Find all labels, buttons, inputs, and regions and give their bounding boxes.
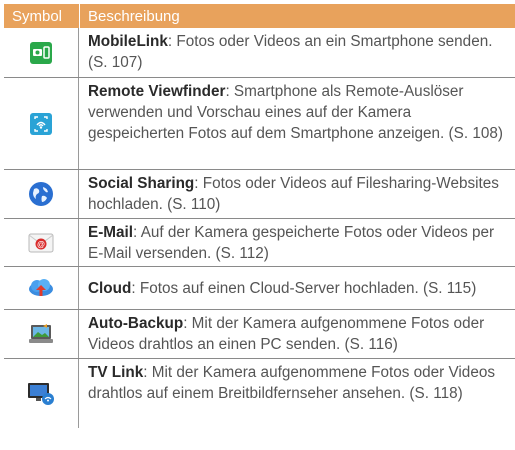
table-row: Social Sharing: Fotos oder Videos auf Fi…	[4, 170, 515, 219]
auto-backup-icon	[28, 323, 54, 345]
table-row: @ E-Mail: Auf der Kamera gespeicherte Fo…	[4, 219, 515, 267]
row-text: : Fotos auf einen Cloud-Server hochladen…	[131, 279, 477, 297]
remote-viewfinder-icon	[30, 112, 52, 135]
row-term: Cloud	[88, 279, 132, 297]
row-term: Remote Viewfinder	[88, 83, 226, 100]
table-row: Auto-Backup: Mit der Kamera aufgenommene…	[4, 310, 515, 359]
row-term: Social Sharing	[88, 175, 195, 192]
table-row: MobileLink: Fotos oder Videos an ein Sma…	[4, 28, 515, 78]
table-header: Symbol Beschreibung	[4, 4, 515, 28]
cloud-icon	[27, 276, 55, 300]
table-row: Remote Viewfinder: Smartphone als Remote…	[4, 78, 515, 170]
row-term: E-Mail	[88, 224, 134, 241]
mobilelink-icon	[30, 41, 52, 64]
row-text: : Mit der Kamera aufgenommene Fotos oder…	[88, 364, 495, 402]
tv-link-icon	[27, 381, 55, 407]
header-description: Beschreibung	[79, 4, 515, 28]
header-symbol: Symbol	[12, 7, 63, 25]
row-text: : Auf der Kamera gespeicherte Fotos oder…	[88, 224, 495, 262]
globe-icon	[28, 181, 54, 207]
row-term: MobileLink	[88, 33, 168, 50]
table-row: TV Link: Mit der Kamera aufgenommene Fot…	[4, 359, 515, 428]
email-icon: @	[28, 233, 54, 253]
svg-text:@: @	[37, 240, 45, 249]
feature-table: Symbol Beschreibung MobileLink: Fotos od…	[4, 4, 515, 428]
table-row: Cloud: Fotos auf einen Cloud-Server hoch…	[4, 267, 515, 310]
row-term: TV Link	[88, 364, 144, 381]
row-term: Auto-Backup	[88, 315, 184, 332]
